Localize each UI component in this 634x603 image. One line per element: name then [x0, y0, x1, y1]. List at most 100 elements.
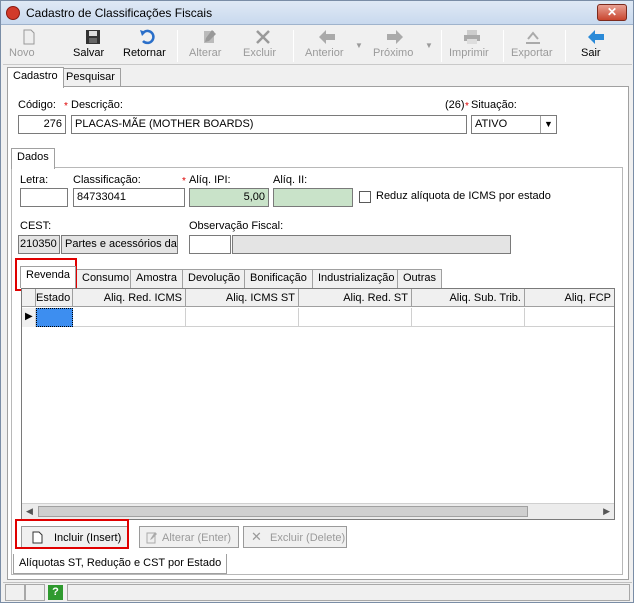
table-row[interactable]: ▶: [22, 308, 614, 327]
exit-arrow-icon: [588, 30, 604, 44]
col-aliq-fcp[interactable]: Aliq. FCP: [525, 289, 614, 307]
horizontal-scrollbar[interactable]: ◀ ▶: [22, 503, 614, 519]
new-doc-icon: [32, 531, 43, 544]
toolbar-separator: [177, 30, 178, 62]
row-indicator: ▶: [22, 308, 36, 327]
cell-estado[interactable]: [36, 308, 73, 327]
letra-field[interactable]: [20, 188, 68, 207]
obs-fiscal-code-field[interactable]: [189, 235, 231, 254]
aliq-ipi-label: Alíq. IPI:: [189, 174, 231, 186]
required-marker: *: [182, 176, 186, 187]
chevron-down-icon[interactable]: ▼: [355, 41, 363, 50]
export-button[interactable]: Exportar: [511, 27, 555, 65]
descricao-field[interactable]: PLACAS-MÃE (MOTHER BOARDS): [71, 115, 467, 134]
situacao-select[interactable]: ATIVO ▼: [471, 115, 557, 134]
tab-revenda[interactable]: Revenda: [20, 266, 77, 288]
cell-aliq-red-icms[interactable]: [73, 308, 186, 327]
situacao-value: ATIVO: [475, 118, 508, 130]
cell-aliq-icms-st[interactable]: [186, 308, 299, 327]
tab-industrializacao[interactable]: Industrialização: [312, 269, 401, 288]
previous-button[interactable]: Anterior: [305, 27, 349, 65]
tab-outras[interactable]: Outras: [397, 269, 443, 288]
tab-amostra[interactable]: Amostra: [130, 269, 183, 288]
new-button[interactable]: Novo: [9, 27, 49, 65]
tab-aliquotas-st[interactable]: Alíquotas ST, Redução e CST por Estado: [13, 554, 228, 574]
classificacao-field[interactable]: 84733041: [73, 188, 185, 207]
cest-label: CEST:: [20, 220, 52, 232]
floppy-icon: [86, 30, 100, 44]
grid-header: Estado Aliq. Red. ICMS Aliq. ICMS ST Ali…: [22, 289, 614, 307]
tab-devolucao[interactable]: Devolução: [182, 269, 246, 288]
reduz-checkbox[interactable]: [359, 191, 371, 203]
col-aliq-red-icms[interactable]: Aliq. Red. ICMS: [73, 289, 186, 307]
main-window: Cadastro de Classificações Fiscais ✕ Nov…: [0, 0, 634, 603]
grid-indicator-header: [22, 289, 36, 307]
return-button[interactable]: Retornar: [123, 27, 171, 65]
obs-fiscal-label: Observação Fiscal:: [189, 220, 284, 232]
print-button[interactable]: Imprimir: [449, 27, 495, 65]
status-cell-1: [5, 584, 25, 601]
situacao-label: Situação:: [471, 99, 517, 111]
tab-consumo[interactable]: Consumo: [76, 269, 136, 288]
cell-aliq-sub-trib[interactable]: [412, 308, 525, 327]
app-icon: [6, 6, 20, 20]
toolbar-separator: [441, 30, 442, 62]
delete-row-button[interactable]: ✕ Excluir (Delete): [243, 526, 347, 548]
insert-button[interactable]: Incluir (Insert): [21, 526, 129, 548]
close-button[interactable]: ✕: [597, 4, 627, 21]
aliq-ii-field[interactable]: [273, 188, 353, 207]
printer-icon: [464, 30, 480, 44]
save-button[interactable]: Salvar: [73, 27, 113, 65]
toolbar: Novo Salvar Retornar Alterar Excluir Ant…: [3, 27, 632, 65]
edit-icon: [146, 532, 157, 544]
status-bar: ?: [3, 582, 632, 602]
title-bar: Cadastro de Classificações Fiscais ✕: [1, 1, 633, 25]
export-icon: [526, 31, 540, 44]
edit-icon: [204, 30, 216, 43]
tab-pesquisar[interactable]: Pesquisar: [60, 68, 121, 87]
cest-desc-field: Partes e acessórios das: [61, 235, 178, 254]
required-marker: *: [64, 101, 68, 112]
cell-aliq-red-st[interactable]: [299, 308, 412, 327]
codigo-label: Código:: [18, 99, 56, 111]
help-icon[interactable]: ?: [48, 585, 63, 600]
cest-code-field[interactable]: 210350: [18, 235, 60, 254]
aliquotas-grid[interactable]: Estado Aliq. Red. ICMS Aliq. ICMS ST Ali…: [21, 288, 615, 520]
col-aliq-icms-st[interactable]: Aliq. ICMS ST: [186, 289, 299, 307]
chevron-down-icon[interactable]: ▼: [425, 41, 433, 50]
aliq-ipi-field[interactable]: 5,00: [189, 188, 269, 207]
chevron-down-icon[interactable]: ▼: [540, 116, 556, 133]
tab-dados[interactable]: Dados: [11, 148, 55, 169]
letra-label: Letra:: [20, 174, 49, 186]
toolbar-separator: [293, 30, 294, 62]
delete-button[interactable]: Excluir: [243, 27, 283, 65]
edit-row-button[interactable]: Alterar (Enter): [139, 526, 239, 548]
scroll-right-icon[interactable]: ▶: [603, 506, 610, 517]
required-marker: *: [465, 101, 469, 112]
scroll-thumb[interactable]: [38, 506, 528, 517]
toolbar-separator: [503, 30, 504, 62]
classificacao-label: Classificação:: [73, 174, 141, 186]
x-icon: ✕: [251, 529, 262, 544]
col-estado[interactable]: Estado: [36, 289, 73, 307]
next-button[interactable]: Próximo: [373, 27, 417, 65]
toolbar-separator: [565, 30, 566, 62]
row-pointer-icon: ▶: [25, 311, 33, 322]
col-aliq-sub-trib[interactable]: Aliq. Sub. Trib.: [412, 289, 525, 307]
x-icon: [256, 30, 270, 44]
exit-button[interactable]: Sair: [581, 27, 611, 65]
obs-fiscal-desc-field: [232, 235, 511, 254]
col-aliq-red-st[interactable]: Aliq. Red. ST: [299, 289, 412, 307]
reduz-label[interactable]: Reduz alíquota de ICMS por estado: [376, 190, 551, 202]
codigo-field[interactable]: 276: [18, 115, 66, 134]
undo-icon: [140, 29, 155, 45]
descricao-label: Descrição:: [71, 99, 123, 111]
tab-cadastro[interactable]: Cadastro: [7, 67, 64, 88]
new-doc-icon: [23, 29, 35, 45]
tab-bonificacao[interactable]: Bonificação: [244, 269, 313, 288]
scroll-left-icon[interactable]: ◀: [26, 506, 33, 517]
edit-button[interactable]: Alterar: [189, 27, 229, 65]
status-cell-2: [25, 584, 45, 601]
cell-aliq-fcp[interactable]: [525, 308, 614, 327]
window-title: Cadastro de Classificações Fiscais: [26, 6, 213, 20]
